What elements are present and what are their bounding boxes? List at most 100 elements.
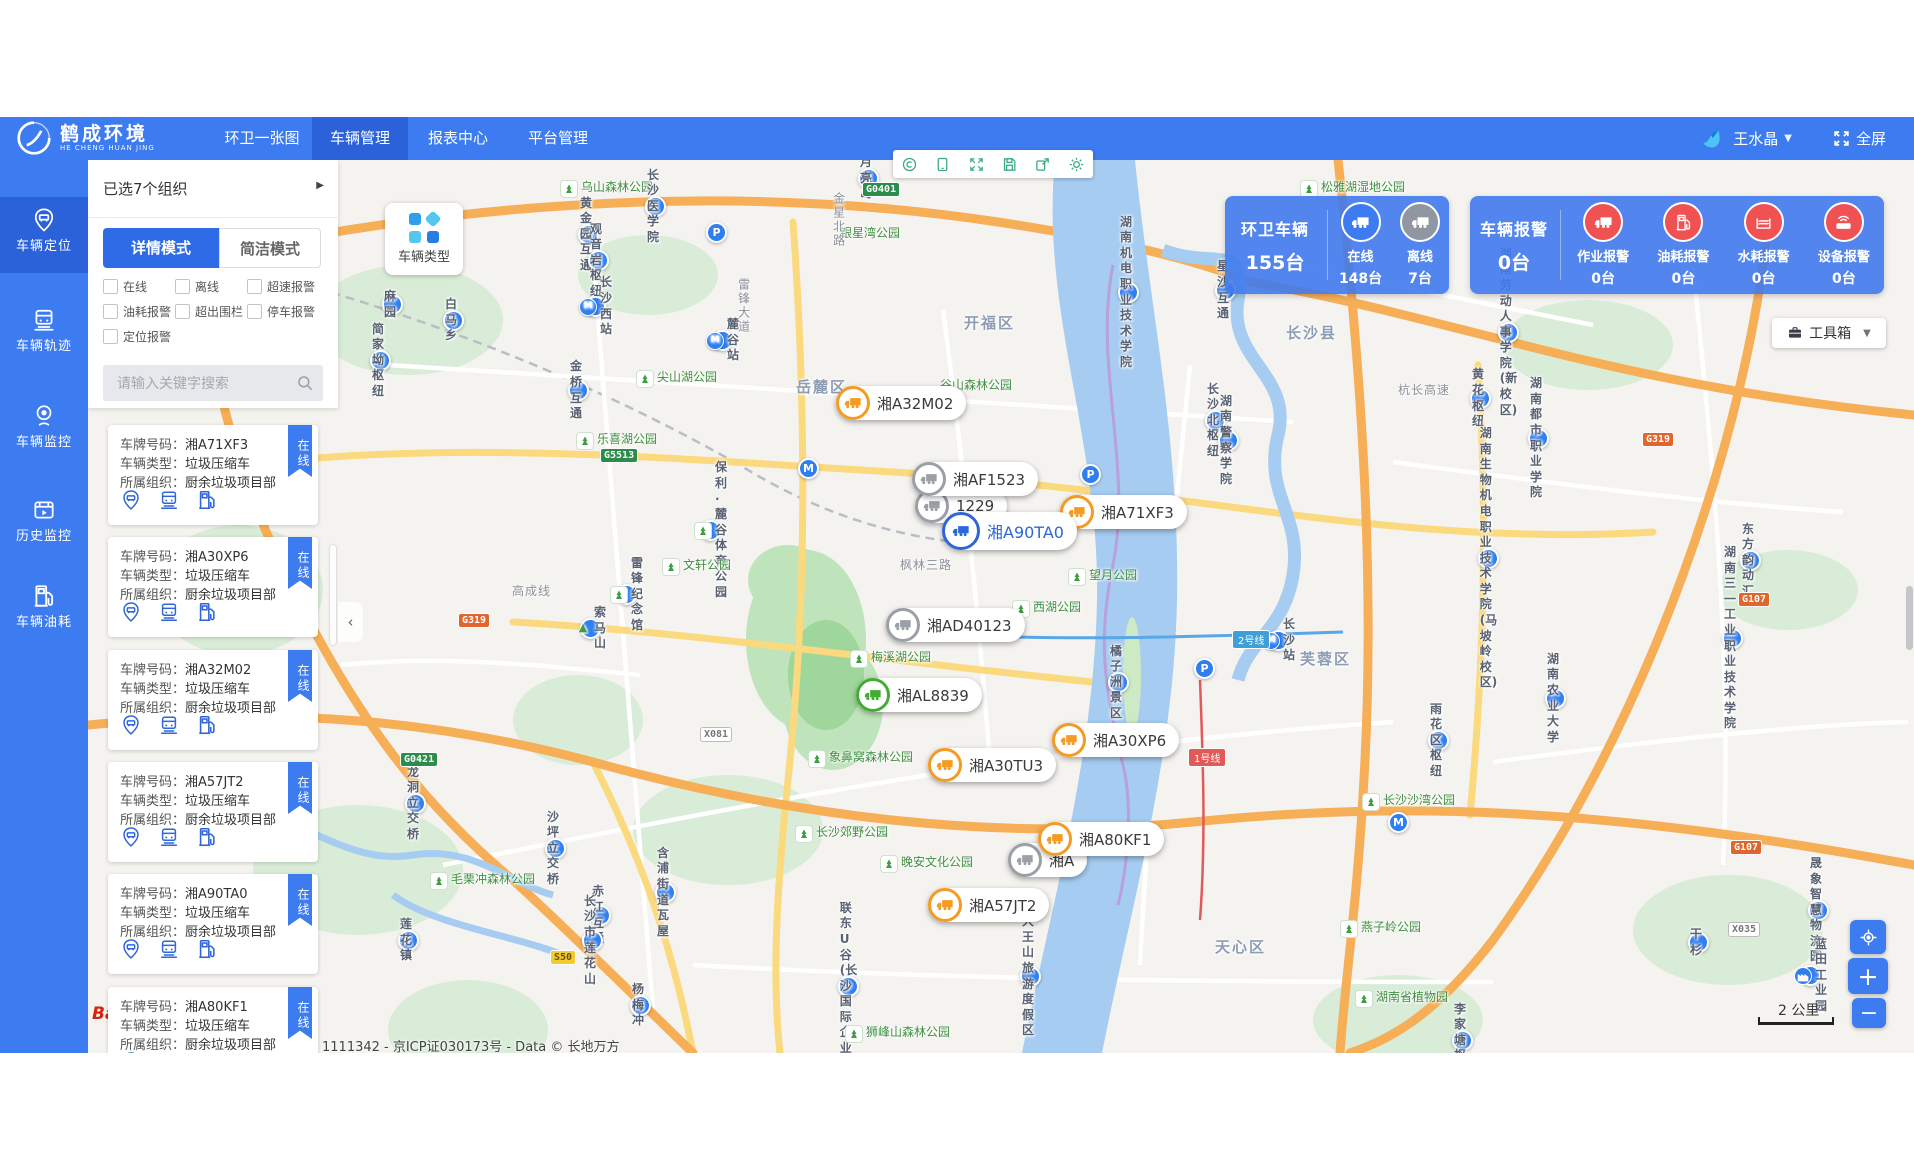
map-label: 晟象智慧物流园 — [1808, 900, 1829, 921]
selected-orgs-label[interactable]: 已选7个组织 — [103, 178, 188, 199]
marker-plate-label: 湘A90TA0 — [987, 519, 1064, 543]
panel-scrollbar[interactable] — [330, 545, 336, 645]
search-icon[interactable] — [296, 374, 314, 392]
map-label: 湖南生物机电职业技 术学院(马坡岭校区) — [1478, 548, 1499, 569]
track-icon[interactable] — [158, 826, 180, 848]
vehicle-marker[interactable]: 湘AD40123 — [886, 608, 1025, 642]
gear-icon[interactable] — [1068, 156, 1085, 173]
locate-icon[interactable] — [120, 714, 142, 736]
vehicle-marker[interactable]: 湘A30TU3 — [928, 748, 1056, 782]
app-page: 鹤成环境 HE CHENG HUAN JING 环卫一张图车辆管理报表中心平台管… — [0, 0, 1914, 1173]
sidebar-item-4[interactable]: 历史监控 — [0, 487, 88, 563]
map-label: 金星北路 — [830, 192, 846, 248]
road-shield: G5513 — [600, 448, 638, 463]
vehicle-marker[interactable]: 湘A71XF3 — [1060, 495, 1187, 529]
vehicle-marker[interactable]: 湘A80KF1 — [1038, 822, 1164, 856]
filter-checkbox[interactable]: 油耗报警 — [103, 303, 171, 320]
truck-icon — [1008, 843, 1042, 877]
vehicle-marker[interactable]: 湘A30XP6 — [1052, 723, 1179, 757]
peak-icon: ▲ — [575, 621, 591, 637]
vehicle-marker[interactable]: 湘AF1523 — [912, 462, 1038, 496]
sidebar-item-3[interactable]: 车辆监控 — [0, 393, 88, 469]
park-icon — [694, 522, 712, 540]
checkbox-icon — [247, 279, 262, 294]
vehicle-card[interactable]: 车牌号码：湘A71XF3车辆类型：垃圾压缩车所属组织：厨余垃圾项目部在线 — [108, 425, 318, 525]
nav-item[interactable]: 环卫一张图 — [212, 117, 312, 160]
expand-icon[interactable] — [968, 156, 985, 173]
locate-icon[interactable] — [120, 489, 142, 511]
chevron-down-icon[interactable]: ▼ — [1784, 133, 1792, 144]
vehicle-type-label: 车辆类型 — [385, 246, 463, 265]
park-icon — [576, 432, 594, 450]
fuel-icon[interactable] — [196, 714, 218, 736]
vehicle-marker[interactable]: 湘A57JT2 — [928, 888, 1049, 922]
sidebar-item-5[interactable]: 车辆油耗 — [0, 573, 88, 649]
filter-checkbox[interactable]: 超出围栏 — [175, 303, 243, 320]
truck-icon — [928, 888, 962, 922]
tab-detail-mode[interactable]: 详情模式 — [103, 228, 219, 268]
vehicle-marker[interactable]: 湘A90TA0 — [942, 512, 1077, 550]
sidebar-item-2[interactable]: 车辆轨迹 — [0, 297, 88, 373]
locate-icon[interactable] — [120, 938, 142, 960]
stats-item: 油耗报警0台 — [1657, 202, 1709, 288]
map-label: 李家塘枢纽 — [1452, 1030, 1473, 1051]
expand-orgs-arrow-icon[interactable]: ▶ — [316, 180, 324, 191]
map-label: 白马乡 — [443, 310, 464, 331]
search-input[interactable] — [115, 365, 294, 403]
nav-item[interactable]: 车辆管理 — [312, 117, 408, 160]
vehicle-marker[interactable]: 湘A32M02 — [836, 386, 966, 420]
map-label: 湖南警察学院 — [1218, 430, 1239, 451]
stats-item-label: 设备报警 — [1818, 246, 1870, 265]
track-icon[interactable] — [158, 489, 180, 511]
vehicle-card[interactable]: 车牌号码：湘A90TA0车辆类型：垃圾压缩车所属组织：厨余垃圾项目部在线 — [108, 874, 318, 974]
road-shield: G107 — [1738, 592, 1770, 607]
zoom-in-button[interactable]: + — [1848, 958, 1888, 994]
vehicle-card[interactable]: 车牌号码：湘A30XP6车辆类型：垃圾压缩车所属组织：厨余垃圾项目部在线 — [108, 537, 318, 637]
fullscreen-button[interactable]: 全屏 — [1832, 128, 1886, 149]
vehicle-card[interactable]: 车牌号码：湘A57JT2车辆类型：垃圾压缩车所属组织：厨余垃圾项目部在线 — [108, 762, 318, 862]
zoom-out-button[interactable]: − — [1852, 998, 1886, 1028]
save-icon[interactable] — [1001, 156, 1018, 173]
truck-icon — [1400, 202, 1440, 242]
panel-collapse-button[interactable]: ‹ — [338, 602, 363, 642]
filter-checkbox[interactable]: 定位报警 — [103, 328, 171, 345]
filter-checkbox[interactable]: 离线 — [175, 278, 219, 295]
truck-icon — [1583, 202, 1623, 242]
filter-checkbox[interactable]: 停车报警 — [247, 303, 315, 320]
track-icon[interactable] — [158, 714, 180, 736]
map-label: 湖南三一工业 职业技术学院 — [1722, 628, 1743, 649]
marker-plate-label: 湘AD40123 — [927, 615, 1012, 636]
map-label: 保利·麓谷 体育公园 — [700, 520, 721, 541]
vehicle-marker[interactable]: 湘AL8839 — [856, 678, 982, 712]
map-label: 长沙沙湾公园 — [1362, 793, 1455, 811]
fuel-icon[interactable] — [196, 601, 218, 623]
page-scrollbar[interactable] — [1906, 586, 1913, 650]
vehicle-type-button[interactable]: 车辆类型 — [385, 203, 463, 275]
copyright-icon[interactable] — [901, 156, 918, 173]
fuel-icon[interactable] — [196, 489, 218, 511]
track-icon[interactable] — [158, 601, 180, 623]
toolbox-button[interactable]: 工具箱 ▼ — [1772, 318, 1886, 348]
vehicle-card[interactable]: 车牌号码：湘A32M02车辆类型：垃圾压缩车所属组织：厨余垃圾项目部在线 — [108, 650, 318, 750]
locate-icon[interactable] — [120, 826, 142, 848]
track-icon[interactable] — [158, 938, 180, 960]
sidebar-item-1[interactable]: 车辆定位 — [0, 197, 88, 273]
filter-checkbox[interactable]: 超速报警 — [247, 278, 315, 295]
tab-simple-mode[interactable]: 简洁模式 — [219, 228, 321, 268]
checkbox-icon — [103, 329, 118, 344]
nav-item[interactable]: 报表中心 — [408, 117, 508, 160]
export-icon[interactable] — [1034, 156, 1051, 173]
tablet-icon[interactable] — [934, 156, 951, 173]
fuel-icon[interactable] — [196, 826, 218, 848]
nav-item[interactable]: 平台管理 — [508, 117, 608, 160]
stats-item-value: 0台 — [1577, 268, 1629, 288]
search-box — [103, 365, 323, 401]
fuel-icon[interactable] — [196, 938, 218, 960]
filter-checkbox[interactable]: 在线 — [103, 278, 147, 295]
locate-icon[interactable] — [120, 601, 142, 623]
checkbox-icon — [247, 304, 262, 319]
user-name[interactable]: 王水晶 — [1733, 128, 1778, 149]
brand-title: 鹤成环境 — [60, 124, 155, 144]
squares-icon — [409, 213, 439, 243]
locate-button[interactable] — [1850, 920, 1886, 954]
